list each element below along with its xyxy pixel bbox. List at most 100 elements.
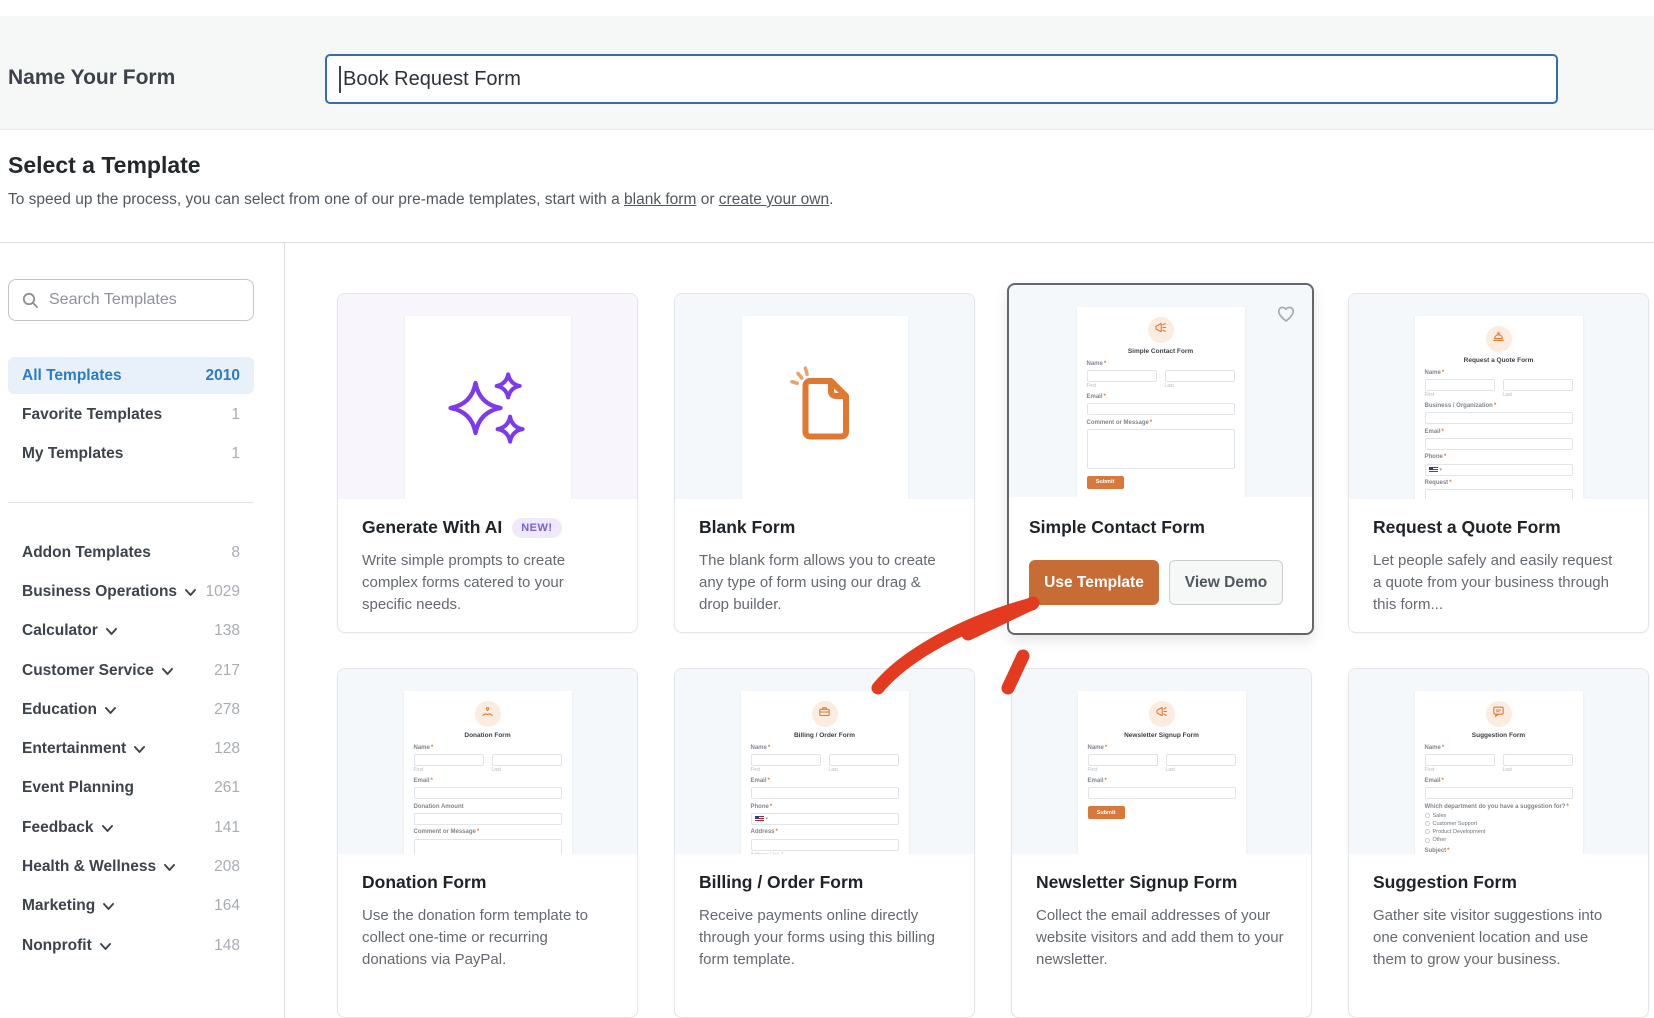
mini-sublabel: Last: [1503, 767, 1573, 773]
template-sidebar: Search Templates All Templates2010Favori…: [8, 279, 254, 965]
template-title: Suggestion Form: [1373, 872, 1517, 893]
mini-submit-button: Submit: [1087, 476, 1124, 489]
mini-field-label: Email*: [414, 778, 562, 785]
category-label: Education: [22, 701, 97, 719]
mini-radio-label: Customer Support: [1433, 821, 1478, 827]
mini-field-label: Donation Amount: [414, 804, 562, 811]
mini-field-label: Comment or Message*: [414, 829, 562, 836]
cloche-icon: [1492, 330, 1505, 348]
category-count: 8: [231, 544, 240, 562]
mini-input: [1088, 787, 1236, 799]
briefcase-icon: [818, 705, 831, 723]
mini-form-title: Newsletter Signup Form: [1088, 732, 1236, 740]
megaphone-icon: [1155, 705, 1168, 723]
template-card-request-quote-form[interactable]: Request a Quote FormName*FirstLastBusine…: [1348, 293, 1649, 633]
mini-phone-input: ▾: [751, 813, 899, 825]
category-event-planning[interactable]: Event Planning261: [8, 769, 254, 808]
page-title: Select a Template: [8, 152, 201, 179]
category-nonprofit[interactable]: Nonprofit148: [8, 926, 254, 965]
create-your-own-link[interactable]: create your own: [719, 191, 829, 208]
horizontal-divider: [0, 242, 1654, 243]
mini-field-label: Name*: [1425, 370, 1573, 377]
template-categories: Addon Templates8Business Operations1029C…: [8, 533, 254, 965]
mini-sublabel: First: [1087, 383, 1157, 389]
template-selection-screen: { "header": { "name_label": "Name Your F…: [0, 0, 1654, 1018]
category-education[interactable]: Education278: [8, 690, 254, 729]
mini-input: [751, 787, 899, 799]
template-thumbnail: Suggestion FormName*FirstLastEmail*Which…: [1415, 691, 1583, 854]
mini-input: [414, 754, 484, 766]
page-description: To speed up the process, you can select …: [8, 191, 833, 209]
category-label: Health & Wellness: [22, 858, 156, 876]
mini-field-label: Email*: [1425, 429, 1573, 436]
template-thumbnail: Billing / Order FormName*FirstLastEmail*…: [741, 691, 909, 854]
mini-input: [1503, 379, 1573, 391]
template-description: Receive payments online directly through…: [699, 905, 950, 970]
sidebar-item-label: My Templates: [22, 445, 123, 463]
category-addon-templates[interactable]: Addon Templates 8: [8, 533, 254, 572]
use-template-button[interactable]: Use Template: [1029, 560, 1159, 605]
mini-radio: [1425, 813, 1430, 818]
blank-form-link[interactable]: blank form: [624, 191, 696, 208]
chevron-down-icon: [185, 589, 196, 597]
form-name-input[interactable]: Book Request Form: [325, 54, 1558, 104]
mini-form-title: Request a Quote Form: [1425, 357, 1573, 365]
sidebar-item-all-templates[interactable]: All Templates2010: [8, 357, 254, 394]
category-entertainment[interactable]: Entertainment128: [8, 729, 254, 768]
template-title: Donation Form: [362, 872, 486, 893]
mini-input: [1087, 370, 1157, 382]
description-text: or: [696, 191, 718, 208]
mini-input: [492, 754, 562, 766]
template-thumbnail: Donation FormName*FirstLastEmail*Donatio…: [404, 691, 572, 854]
sidebar-item-favorite-templates[interactable]: Favorite Templates1: [8, 396, 254, 433]
mini-field-label: Subject*: [1425, 848, 1573, 854]
template-thumbnail: [742, 316, 908, 499]
template-card-suggestion-form[interactable]: Suggestion FormName*FirstLastEmail*Which…: [1348, 668, 1649, 1018]
template-card-generate-ai[interactable]: Generate With AINEW!Write simple prompts…: [337, 293, 638, 633]
category-count: 138: [214, 622, 240, 640]
category-label: Business Operations: [22, 583, 177, 601]
category-count: 217: [214, 662, 240, 680]
category-feedback[interactable]: Feedback141: [8, 808, 254, 847]
mini-input: [751, 839, 899, 851]
search-input[interactable]: Search Templates: [8, 279, 254, 321]
category-calculator[interactable]: Calculator 138: [8, 612, 254, 651]
category-business-operations[interactable]: Business Operations1029: [8, 572, 254, 611]
sidebar-item-count: 2010: [206, 367, 240, 385]
category-count: 208: [214, 858, 240, 876]
category-health-wellness[interactable]: Health & Wellness 208: [8, 847, 254, 886]
mini-field-label: Name*: [1087, 361, 1235, 368]
mini-sublabel: First: [414, 767, 484, 773]
template-card-donation-form[interactable]: Donation FormName*FirstLastEmail*Donatio…: [337, 668, 638, 1018]
category-marketing[interactable]: Marketing164: [8, 887, 254, 926]
template-card-newsletter-signup-form[interactable]: Newsletter Signup FormName*FirstLastEmai…: [1011, 668, 1312, 1018]
mini-field-label: Email*: [1088, 778, 1236, 785]
template-card-blank-form[interactable]: Blank FormThe blank form allows you to c…: [674, 293, 975, 633]
search-placeholder: Search Templates: [49, 291, 177, 309]
mini-sublabel: First: [1425, 392, 1495, 398]
mini-textarea: [1087, 429, 1235, 469]
category-customer-service[interactable]: Customer Service 217: [8, 651, 254, 690]
category-label: Calculator: [22, 622, 98, 640]
mini-input: [1087, 403, 1235, 415]
template-card-simple-contact-form[interactable]: Simple Contact FormName*FirstLastEmail*C…: [1007, 283, 1314, 635]
chevron-down-icon: [103, 903, 114, 911]
name-your-form-label: Name Your Form: [8, 66, 175, 90]
chevron-down-icon: [134, 746, 145, 754]
view-demo-button[interactable]: View Demo: [1169, 560, 1283, 605]
template-description: Use the donation form template to collec…: [362, 905, 613, 970]
template-thumbnail: Simple Contact FormName*FirstLastEmail*C…: [1077, 307, 1245, 497]
sidebar-item-my-templates[interactable]: My Templates1: [8, 435, 254, 472]
mini-form-title: Suggestion Form: [1425, 732, 1573, 740]
favorite-heart-icon[interactable]: [1274, 301, 1298, 325]
mini-field-label: Comment or Message*: [1087, 420, 1235, 427]
mini-textarea: [1425, 489, 1573, 499]
category-label: Customer Service: [22, 662, 154, 680]
chevron-down-icon: [162, 668, 173, 676]
template-title: Request a Quote Form: [1373, 517, 1561, 538]
mini-field-label: Email*: [1087, 394, 1235, 401]
megaphone-icon: [1154, 321, 1167, 339]
category-label: Addon Templates: [22, 544, 151, 562]
category-count: 261: [214, 779, 240, 797]
template-card-billing-order-form[interactable]: Billing / Order FormName*FirstLastEmail*…: [674, 668, 975, 1018]
